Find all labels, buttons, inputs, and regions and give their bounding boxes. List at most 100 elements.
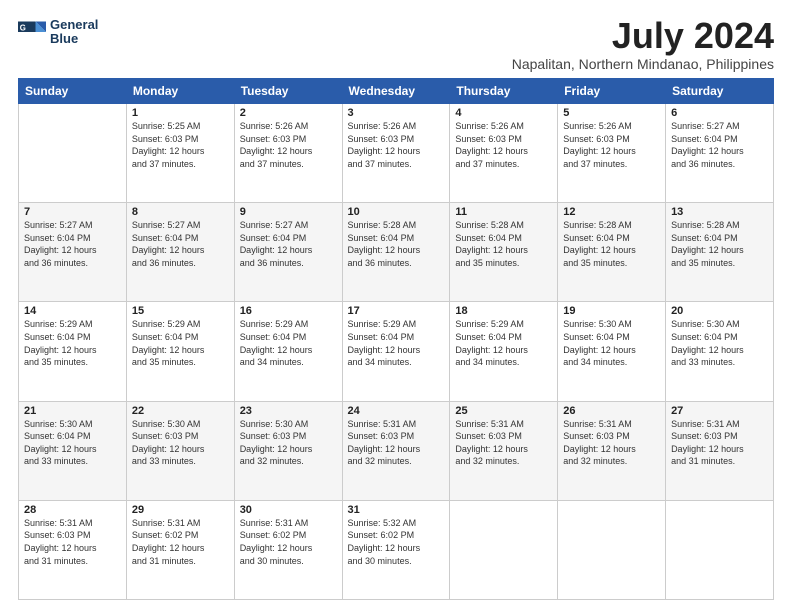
- day-info: Sunrise: 5:28 AM Sunset: 6:04 PM Dayligh…: [563, 219, 660, 269]
- calendar-cell: 26Sunrise: 5:31 AM Sunset: 6:03 PM Dayli…: [558, 401, 666, 500]
- calendar-body: 1Sunrise: 5:25 AM Sunset: 6:03 PM Daylig…: [19, 104, 774, 600]
- day-number: 21: [24, 405, 121, 417]
- day-info: Sunrise: 5:30 AM Sunset: 6:04 PM Dayligh…: [671, 318, 768, 368]
- day-info: Sunrise: 5:31 AM Sunset: 6:03 PM Dayligh…: [671, 418, 768, 468]
- weekday-header-sunday: Sunday: [19, 79, 127, 104]
- day-number: 10: [348, 206, 445, 218]
- calendar-cell: 21Sunrise: 5:30 AM Sunset: 6:04 PM Dayli…: [19, 401, 127, 500]
- calendar-cell: 30Sunrise: 5:31 AM Sunset: 6:02 PM Dayli…: [234, 500, 342, 599]
- logo-icon: G: [18, 18, 46, 46]
- day-number: 24: [348, 405, 445, 417]
- day-info: Sunrise: 5:31 AM Sunset: 6:02 PM Dayligh…: [240, 517, 337, 567]
- day-number: 16: [240, 305, 337, 317]
- weekday-header-monday: Monday: [126, 79, 234, 104]
- day-number: 5: [563, 107, 660, 119]
- calendar-cell: 20Sunrise: 5:30 AM Sunset: 6:04 PM Dayli…: [666, 302, 774, 401]
- title-block: July 2024 Napalitan, Northern Mindanao, …: [512, 18, 774, 72]
- day-info: Sunrise: 5:27 AM Sunset: 6:04 PM Dayligh…: [671, 120, 768, 170]
- calendar-cell: 29Sunrise: 5:31 AM Sunset: 6:02 PM Dayli…: [126, 500, 234, 599]
- day-number: 12: [563, 206, 660, 218]
- day-number: 8: [132, 206, 229, 218]
- calendar-table: SundayMondayTuesdayWednesdayThursdayFrid…: [18, 78, 774, 600]
- calendar-cell: 2Sunrise: 5:26 AM Sunset: 6:03 PM Daylig…: [234, 104, 342, 203]
- calendar-cell: 4Sunrise: 5:26 AM Sunset: 6:03 PM Daylig…: [450, 104, 558, 203]
- day-info: Sunrise: 5:30 AM Sunset: 6:04 PM Dayligh…: [24, 418, 121, 468]
- logo-line1: General: [50, 18, 98, 32]
- day-number: 6: [671, 107, 768, 119]
- day-number: 20: [671, 305, 768, 317]
- day-number: 1: [132, 107, 229, 119]
- day-info: Sunrise: 5:32 AM Sunset: 6:02 PM Dayligh…: [348, 517, 445, 567]
- day-info: Sunrise: 5:31 AM Sunset: 6:03 PM Dayligh…: [563, 418, 660, 468]
- day-number: 2: [240, 107, 337, 119]
- calendar-cell: 12Sunrise: 5:28 AM Sunset: 6:04 PM Dayli…: [558, 203, 666, 302]
- main-title: July 2024: [512, 18, 774, 54]
- day-info: Sunrise: 5:29 AM Sunset: 6:04 PM Dayligh…: [455, 318, 552, 368]
- day-number: 11: [455, 206, 552, 218]
- calendar-cell: 24Sunrise: 5:31 AM Sunset: 6:03 PM Dayli…: [342, 401, 450, 500]
- calendar-cell: 15Sunrise: 5:29 AM Sunset: 6:04 PM Dayli…: [126, 302, 234, 401]
- day-info: Sunrise: 5:26 AM Sunset: 6:03 PM Dayligh…: [348, 120, 445, 170]
- day-info: Sunrise: 5:28 AM Sunset: 6:04 PM Dayligh…: [455, 219, 552, 269]
- day-number: 18: [455, 305, 552, 317]
- weekday-header-thursday: Thursday: [450, 79, 558, 104]
- calendar-cell: [450, 500, 558, 599]
- day-info: Sunrise: 5:27 AM Sunset: 6:04 PM Dayligh…: [132, 219, 229, 269]
- week-row-1: 7Sunrise: 5:27 AM Sunset: 6:04 PM Daylig…: [19, 203, 774, 302]
- day-number: 9: [240, 206, 337, 218]
- day-number: 4: [455, 107, 552, 119]
- day-number: 26: [563, 405, 660, 417]
- day-number: 15: [132, 305, 229, 317]
- day-number: 3: [348, 107, 445, 119]
- day-info: Sunrise: 5:31 AM Sunset: 6:03 PM Dayligh…: [348, 418, 445, 468]
- day-info: Sunrise: 5:29 AM Sunset: 6:04 PM Dayligh…: [348, 318, 445, 368]
- day-number: 13: [671, 206, 768, 218]
- calendar-cell: 17Sunrise: 5:29 AM Sunset: 6:04 PM Dayli…: [342, 302, 450, 401]
- day-info: Sunrise: 5:25 AM Sunset: 6:03 PM Dayligh…: [132, 120, 229, 170]
- calendar-cell: 3Sunrise: 5:26 AM Sunset: 6:03 PM Daylig…: [342, 104, 450, 203]
- day-number: 29: [132, 504, 229, 516]
- calendar-cell: [558, 500, 666, 599]
- day-number: 14: [24, 305, 121, 317]
- day-info: Sunrise: 5:31 AM Sunset: 6:02 PM Dayligh…: [132, 517, 229, 567]
- day-info: Sunrise: 5:26 AM Sunset: 6:03 PM Dayligh…: [455, 120, 552, 170]
- calendar-cell: 16Sunrise: 5:29 AM Sunset: 6:04 PM Dayli…: [234, 302, 342, 401]
- day-info: Sunrise: 5:30 AM Sunset: 6:03 PM Dayligh…: [240, 418, 337, 468]
- week-row-3: 21Sunrise: 5:30 AM Sunset: 6:04 PM Dayli…: [19, 401, 774, 500]
- calendar-cell: 27Sunrise: 5:31 AM Sunset: 6:03 PM Dayli…: [666, 401, 774, 500]
- calendar-cell: 11Sunrise: 5:28 AM Sunset: 6:04 PM Dayli…: [450, 203, 558, 302]
- subtitle: Napalitan, Northern Mindanao, Philippine…: [512, 56, 774, 72]
- day-info: Sunrise: 5:31 AM Sunset: 6:03 PM Dayligh…: [455, 418, 552, 468]
- calendar-cell: 14Sunrise: 5:29 AM Sunset: 6:04 PM Dayli…: [19, 302, 127, 401]
- day-info: Sunrise: 5:26 AM Sunset: 6:03 PM Dayligh…: [563, 120, 660, 170]
- calendar-cell: 25Sunrise: 5:31 AM Sunset: 6:03 PM Dayli…: [450, 401, 558, 500]
- calendar-cell: 1Sunrise: 5:25 AM Sunset: 6:03 PM Daylig…: [126, 104, 234, 203]
- week-row-0: 1Sunrise: 5:25 AM Sunset: 6:03 PM Daylig…: [19, 104, 774, 203]
- calendar-cell: [666, 500, 774, 599]
- logo-text: General Blue: [50, 18, 98, 47]
- day-info: Sunrise: 5:27 AM Sunset: 6:04 PM Dayligh…: [240, 219, 337, 269]
- calendar-cell: 7Sunrise: 5:27 AM Sunset: 6:04 PM Daylig…: [19, 203, 127, 302]
- day-info: Sunrise: 5:28 AM Sunset: 6:04 PM Dayligh…: [671, 219, 768, 269]
- calendar-cell: 28Sunrise: 5:31 AM Sunset: 6:03 PM Dayli…: [19, 500, 127, 599]
- calendar-cell: 5Sunrise: 5:26 AM Sunset: 6:03 PM Daylig…: [558, 104, 666, 203]
- day-number: 22: [132, 405, 229, 417]
- day-number: 30: [240, 504, 337, 516]
- day-number: 31: [348, 504, 445, 516]
- day-number: 17: [348, 305, 445, 317]
- weekday-header-tuesday: Tuesday: [234, 79, 342, 104]
- day-info: Sunrise: 5:26 AM Sunset: 6:03 PM Dayligh…: [240, 120, 337, 170]
- day-number: 23: [240, 405, 337, 417]
- logo: G General Blue: [18, 18, 98, 47]
- week-row-2: 14 Sunrise: 5:29 AM Sunset: 6:04 PM Dayli…: [19, 302, 774, 401]
- day-info: Sunrise: 5:28 AM Sunset: 6:04 PM Dayligh…: [348, 219, 445, 269]
- day-info: Sunrise: 5:30 AM Sunset: 6:04 PM Dayligh…: [563, 318, 660, 368]
- week-row-4: 28Sunrise: 5:31 AM Sunset: 6:03 PM Dayli…: [19, 500, 774, 599]
- day-info: Sunrise: 5:31 AM Sunset: 6:03 PM Dayligh…: [24, 517, 121, 567]
- calendar-cell: [19, 104, 127, 203]
- calendar-cell: 13Sunrise: 5:28 AM Sunset: 6:04 PM Dayli…: [666, 203, 774, 302]
- calendar-page: G General Blue July 2024 Napalitan, Nort…: [0, 0, 792, 612]
- day-info: Sunrise: 5:30 AM Sunset: 6:03 PM Dayligh…: [132, 418, 229, 468]
- svg-text:G: G: [20, 24, 26, 33]
- day-info: Sunrise: 5:29 AM Sunset: 6:04 PM Dayligh…: [240, 318, 337, 368]
